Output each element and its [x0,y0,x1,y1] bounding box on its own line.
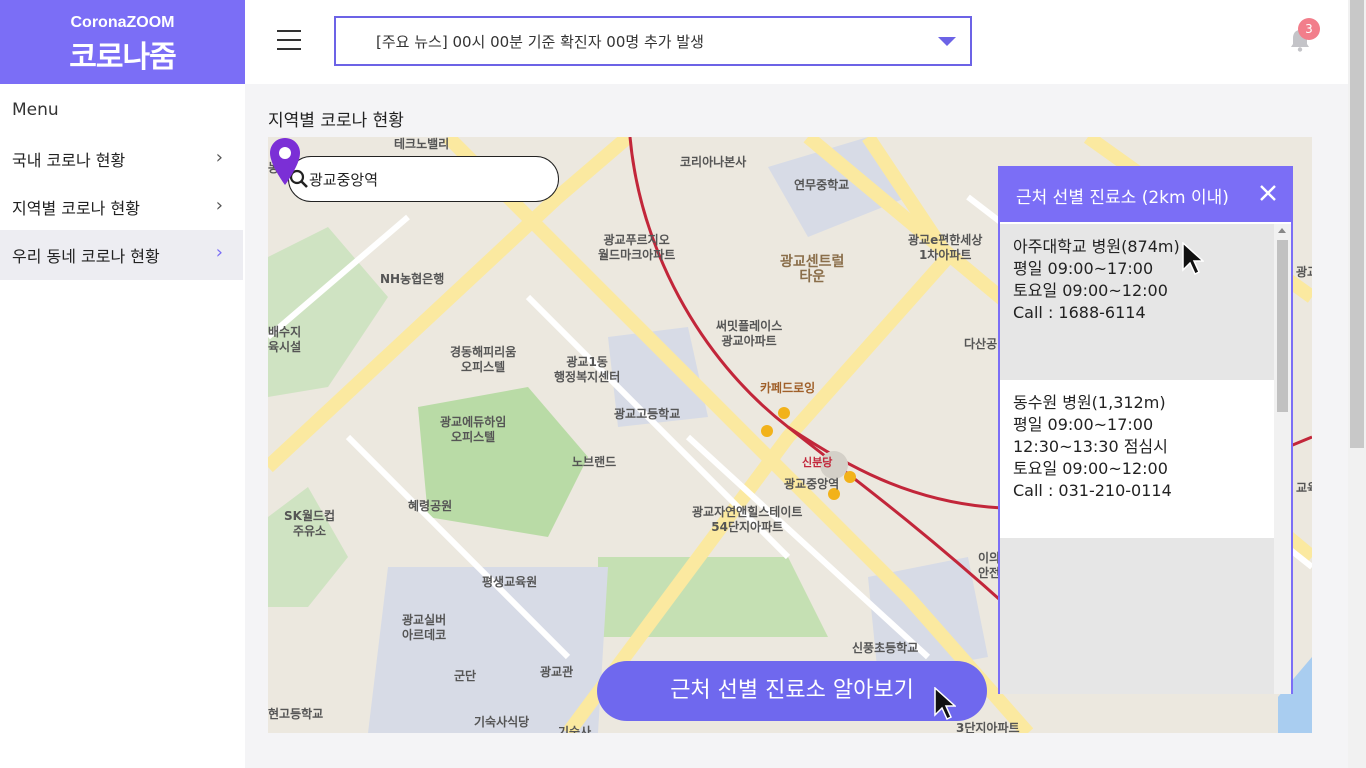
brand-name-en: CoronaZOOM [70,14,175,31]
map-label: 광교고등학교 [614,407,681,421]
map-label: 광교e편한세상 1차아파트 [908,233,983,262]
clinic-name: 아주대학교 병원(874m) [1013,237,1180,256]
map-label: 배수지 육시설 [268,325,302,354]
clinic-item[interactable]: 동수원 병원(1,312m) 평일 09:00~17:00 12:30~13:3… [1000,380,1274,538]
map-label: 광교에듀하임 오피스텔 [440,415,507,444]
chevron-right-icon: › [215,147,223,168]
map-label: 노브랜드 [572,455,617,469]
chevron-right-icon: › [215,242,223,263]
map-label: 현고등학교 [268,707,324,721]
map-label: 혜령공원 [408,499,453,513]
map-label: 군단 [454,669,477,683]
sidebar-item-domestic[interactable]: 국내 코로나 현황 › [0,135,243,183]
clinic-info: 평일 09:00~17:00 [1013,259,1154,278]
clinic-info: 12:30~13:30 점심시 [1013,437,1168,456]
map-label: 광교관 [540,665,574,679]
close-icon[interactable] [1259,184,1277,202]
map-label: 광교중앙역 [784,477,840,491]
map-label: 연무중학교 [794,178,850,192]
map-label: 광교푸르지오 월드마크아파트 [598,233,676,262]
brand-logo[interactable]: CoronaZOOM 코로나줌 [0,0,245,84]
map-label: 평생교육원 [482,575,538,589]
panel-scrollbar[interactable] [1274,224,1291,694]
map-label: 광교실버 아르데코 [402,613,447,642]
brand-name-ko: 코로나줌 [69,40,176,75]
map-label: 기숙사식당 [474,715,530,729]
clinic-list[interactable]: 아주대학교 병원(874m) 평일 09:00~17:00 토요일 09:00~… [1000,224,1274,694]
panel-title: 근처 선별 진료소 (2km 이내) [1016,188,1229,208]
clinic-item[interactable]: 아주대학교 병원(874m) 평일 09:00~17:00 토요일 09:00~… [1000,224,1274,378]
sidebar-item-neighborhood[interactable]: 우리 동네 코로나 현황 › [0,230,243,280]
clinic-info: 토요일 09:00~12:00 [1013,459,1168,478]
map-label: 다산공 [964,337,998,351]
map-pin-icon[interactable] [268,137,302,187]
find-nearby-clinics-button[interactable]: 근처 선별 진료소 알아보기 [597,661,987,721]
section-title: 지역별 코로나 현황 [268,111,404,131]
panel-header: 근처 선별 진료소 (2km 이내) [1000,168,1291,222]
map-label: NH농협은행 [380,272,445,286]
map-label: 신풍초등학교 [852,641,919,655]
map-search-input[interactable] [309,167,509,191]
notification-badge: 3 [1298,18,1320,40]
map-label: 이의 안전 [978,551,1001,580]
map-label: 3단지아파트 [956,721,1020,733]
map-label: 신분당 [802,456,833,469]
map-label: 기숙사 [558,725,592,733]
map-label: 광교 [1296,265,1312,279]
sidebar: Menu 국내 코로나 현황 › 지역별 코로나 현황 › 우리 동네 코로나 … [0,84,245,768]
clinic-info: Call : 1688-6114 [1013,303,1146,322]
clinic-name: 동수원 병원(1,312m) [1013,393,1166,412]
sidebar-item-label: 우리 동네 코로나 현황 [12,247,160,266]
map-label: 카페드로잉 [760,381,816,395]
news-selected-text: [주요 뉴스] 00시 00분 기준 확진자 00명 추가 발생 [376,33,704,51]
chevron-right-icon: › [215,195,223,216]
menu-icon[interactable] [277,30,301,52]
cursor-icon [1182,242,1204,276]
map-label: 써밋플레이스 광교아파트 [716,319,783,348]
scrollbar-thumb[interactable] [1277,240,1288,412]
cursor-icon [934,687,956,721]
nearby-clinics-panel: 근처 선별 진료소 (2km 이내) 아주대학교 병원(874m) 평일 09:… [998,166,1293,694]
clinic-info: 토요일 09:00~12:00 [1013,281,1168,300]
menu-title: Menu [12,100,59,120]
page-scrollbar[interactable] [1348,0,1366,768]
clinic-info: Call : 031-210-0114 [1013,481,1172,500]
sidebar-item-label: 지역별 코로나 현황 [12,199,140,218]
map-label: 광교1동 행정복지센터 [554,355,621,384]
sidebar-item-label: 국내 코로나 현황 [12,151,126,170]
sidebar-item-regional[interactable]: 지역별 코로나 현황 › [0,183,243,231]
map-label: 코리아나본사 [680,155,747,169]
map-label: 교육 [1296,481,1312,495]
clinic-info: 평일 09:00~17:00 [1013,415,1154,434]
chevron-down-icon [938,37,956,46]
scrollbar-thumb[interactable] [1350,0,1364,448]
map-label: 광교센트럴 타운 [780,254,845,285]
scroll-up-icon[interactable] [1278,228,1286,233]
map-label: SK월드컵 주유소 [284,509,336,538]
map-label: 경동해피리움 오피스텔 [450,345,517,374]
top-bar: [주요 뉴스] 00시 00분 기준 확진자 00명 추가 발생 3 [245,0,1348,84]
news-dropdown[interactable]: [주요 뉴스] 00시 00분 기준 확진자 00명 추가 발생 [334,16,972,66]
map-label: 테크노밸리 [394,137,450,151]
map-label: 광교자연앤힐스테이트 54단지아파트 [692,505,803,534]
map-search-box [288,156,559,202]
